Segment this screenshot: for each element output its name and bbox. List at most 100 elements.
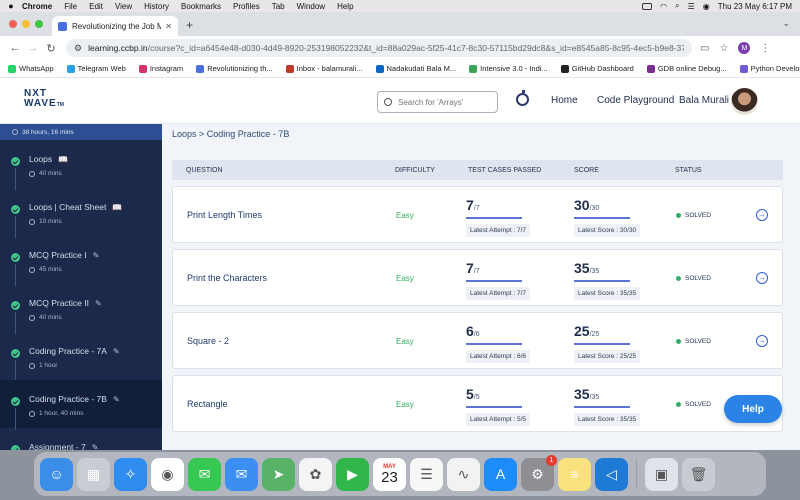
question-title[interactable]: Rectangle [187, 399, 228, 409]
address-url[interactable]: learning.ccbp.in/course?c_id=a6454e48-d0… [88, 43, 684, 53]
nxtwave-logo[interactable]: NXT WAVETM [24, 89, 64, 110]
menu-edit[interactable]: Edit [89, 2, 103, 11]
tab-close-icon[interactable]: ✕ [165, 22, 172, 31]
breadcrumb[interactable]: Loops > Coding Practice - 7B [172, 129, 289, 139]
dock-launchpad-icon[interactable]: ▦ [77, 457, 110, 491]
dock-freeform-icon[interactable]: ∿ [447, 457, 480, 491]
siri-icon[interactable]: ◉ [703, 2, 710, 11]
menu-bookmarks[interactable]: Bookmarks [181, 2, 221, 11]
dock-trash-icon[interactable]: 🗑 [682, 457, 715, 491]
dock-system-settings-icon[interactable]: ⚙ 1 [521, 454, 557, 491]
nav-home-link[interactable]: Home [551, 95, 578, 106]
dock-safari-icon[interactable]: ✧ [114, 457, 147, 491]
dock-app-store-icon[interactable]: A [484, 457, 517, 491]
open-question-arrow-icon[interactable]: → [756, 335, 768, 347]
sidebar-item[interactable]: MCQ Practice I ✎ 45 mins [0, 236, 162, 286]
dock-glyph: ☰ [420, 465, 433, 482]
menu-app-name[interactable]: Chrome [22, 2, 52, 11]
menu-tab[interactable]: Tab [272, 2, 285, 11]
dock-glyph: ◉ [161, 465, 174, 482]
bookmark-label: GitHub Dashboard [571, 64, 634, 73]
dock-calendar-icon[interactable]: MAY 23 [373, 457, 406, 491]
bookmark-item[interactable]: WhatsApp [8, 64, 54, 73]
nav-code-playground-link[interactable]: Code Playground [597, 95, 674, 106]
menu-file[interactable]: File [64, 2, 77, 11]
sidebar-item[interactable]: Assignment - 7 ✎ [0, 428, 162, 450]
dock-vscode-icon[interactable]: ◁ [595, 457, 628, 491]
sidebar-item[interactable]: Loops 📖 40 mins [0, 140, 162, 190]
menu-profiles[interactable]: Profiles [233, 2, 260, 11]
dock-finder-icon[interactable]: ☺ [40, 457, 73, 491]
question-row[interactable]: Print Length Times Easy 7/7 Latest Attempt … [172, 186, 783, 243]
dock-glyph: A [495, 466, 506, 482]
address-bar[interactable]: ⚙ learning.ccbp.in/course?c_id=a6454e48-… [66, 39, 692, 57]
browser-tab-active[interactable]: Revolutionizing the Job Mark ✕ [52, 16, 178, 36]
question-title[interactable]: Print the Characters [187, 273, 267, 283]
menu-view[interactable]: View [115, 2, 132, 11]
question-title[interactable]: Square - 2 [187, 336, 229, 346]
test-cases-metric: 5/5 Latest Attempt : 5/5 [466, 386, 531, 426]
forward-arrow-icon[interactable]: → [24, 42, 42, 54]
sidebar-item-duration-text: 10 mins [39, 218, 62, 225]
sidebar-item[interactable]: Coding Practice - 7B ✎ 1 hour, 40 mins [0, 380, 162, 430]
open-question-arrow-icon[interactable]: → [756, 209, 768, 221]
wifi-icon[interactable]: ◠ [660, 2, 667, 11]
menu-history[interactable]: History [144, 2, 169, 11]
latest-attempt: Latest Attempt : 5/5 [466, 413, 531, 426]
question-title[interactable]: Print Length Times [187, 210, 262, 220]
question-row[interactable]: Rectangle Easy 5/5 Latest Attempt : 5/5 35/3… [172, 375, 783, 432]
question-row[interactable]: Print the Characters Easy 7/7 Latest Attemp… [172, 249, 783, 306]
new-tab-icon[interactable]: + [186, 18, 193, 32]
bookmark-item[interactable]: Revolutionizing th... [196, 64, 273, 73]
stopwatch-icon[interactable] [516, 90, 529, 106]
chrome-menu-icon[interactable]: ⋮ [760, 43, 770, 54]
bookmark-item[interactable]: Inbox - balamurali... [285, 64, 363, 73]
sidebar-item[interactable]: Coding Practice - 7A ✎ 1 hour [0, 332, 162, 382]
spotlight-icon[interactable]: ⌕ [675, 1, 679, 11]
dock-facetime-icon[interactable]: ▶ [336, 457, 369, 491]
close-window-icon[interactable] [9, 20, 17, 28]
dock-mail-icon[interactable]: ✉ [225, 457, 258, 491]
reload-icon[interactable]: ↻ [42, 42, 60, 55]
search-input[interactable] [398, 97, 488, 107]
search-box[interactable] [377, 91, 498, 113]
dock-notes-icon[interactable]: ≡ [558, 457, 591, 491]
back-arrow-icon[interactable]: ← [6, 42, 24, 54]
dock-reminders-icon[interactable]: ☰ [410, 457, 443, 491]
dock-maps-icon[interactable]: ➤ [262, 457, 295, 491]
bookmark-item[interactable]: Nadakudati Bala M... [375, 64, 456, 73]
user-avatar[interactable] [731, 88, 758, 115]
control-center-icon[interactable]: ☰ [688, 2, 695, 11]
tab-search-chevron-icon[interactable]: ⌄ [782, 18, 790, 29]
profile-avatar[interactable]: M [738, 42, 751, 54]
bookmark-item[interactable]: Python Developer... [739, 64, 800, 73]
menu-help[interactable]: Help [337, 2, 353, 11]
minimize-window-icon[interactable] [22, 20, 30, 28]
menu-window[interactable]: Window [297, 2, 325, 11]
dock-messages-icon[interactable]: ✉ [188, 457, 221, 491]
score-max-value: /35 [589, 394, 600, 401]
bookmark-item[interactable]: Instagram [138, 64, 183, 73]
bookmark-item[interactable]: Telegram Web [66, 64, 126, 73]
help-button[interactable]: Help [724, 395, 782, 423]
cast-icon[interactable]: ▭ [700, 43, 709, 54]
bookmark-item[interactable]: GitHub Dashboard [560, 64, 634, 73]
apple-icon[interactable]: ● [0, 1, 22, 11]
bookmark-star-icon[interactable]: ☆ [719, 43, 728, 54]
tests-total-value: /5 [473, 394, 480, 401]
question-row[interactable]: Square - 2 Easy 6/6 Latest Attempt : 6/6 25/… [172, 312, 783, 369]
dock-screen-capture-icon[interactable]: ▣ [645, 457, 678, 491]
sidebar-item[interactable]: MCQ Practice II ✎ 40 mins [0, 284, 162, 334]
battery-icon[interactable] [642, 2, 653, 10]
dock-photos-icon[interactable]: ✿ [299, 457, 332, 491]
sidebar-item[interactable]: Loops | Cheat Sheet 📖 10 mins [0, 188, 162, 238]
latest-score: Latest Score : 35/35 [574, 413, 641, 426]
open-question-arrow-icon[interactable]: → [756, 272, 768, 284]
site-info-icon[interactable]: ⚙ [74, 43, 82, 54]
bookmark-item[interactable]: GDB online Debug... [646, 64, 727, 73]
zoom-window-icon[interactable] [35, 20, 43, 28]
dock-chrome-icon[interactable]: ◉ [151, 457, 184, 491]
menubar-datetime[interactable]: Thu 23 May 6:17 PM [718, 2, 792, 11]
bookmark-item[interactable]: Intensive 3.0 - Indi... [469, 64, 548, 73]
user-name[interactable]: Bala Murali [679, 95, 729, 106]
